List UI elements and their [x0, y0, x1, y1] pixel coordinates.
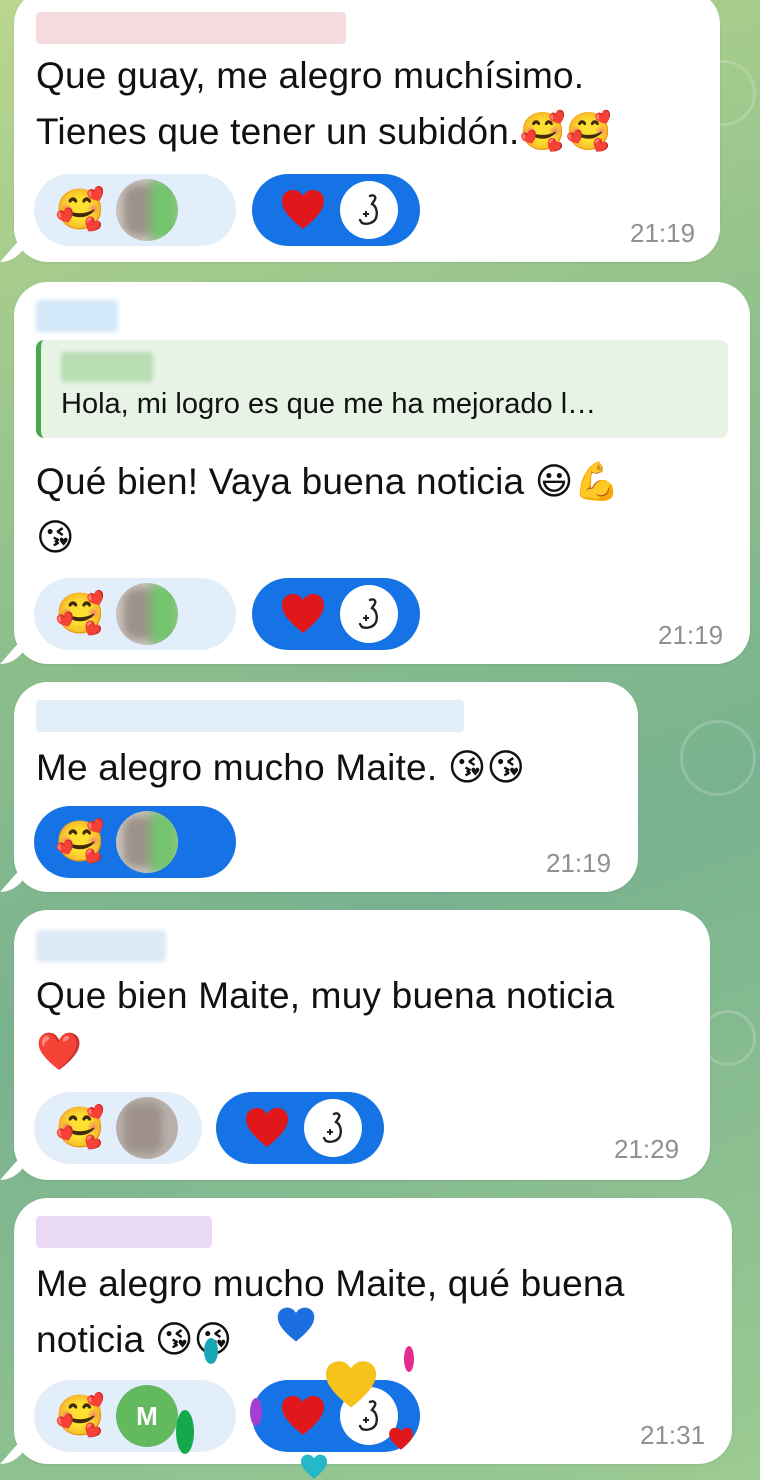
reaction-love-face[interactable]: 🥰 M: [34, 1380, 236, 1452]
flexed-arm-icon: [340, 585, 398, 643]
reaction-heart[interactable]: [216, 1092, 384, 1164]
floating-confetti: [176, 1410, 194, 1454]
smiling-face-with-hearts-icon: 🥰: [55, 592, 105, 636]
avatar-m: M: [116, 1385, 178, 1447]
message-line: Me alegro mucho Maite, qué buena: [36, 1263, 625, 1304]
message-text: Que bien Maite, muy buena noticia ❤️: [36, 968, 690, 1080]
sender-name-blurred: [36, 12, 346, 44]
flexed-arm-icon: [340, 181, 398, 239]
message-line: Que bien Maite, muy buena noticia: [36, 975, 615, 1016]
flexed-arm-icon: [304, 1099, 362, 1157]
reply-preview[interactable]: Hola, mi logro es que me ha mejorado l…: [36, 340, 728, 438]
avatar: [116, 179, 178, 241]
reply-sender-blurred: [61, 352, 153, 382]
reaction-heart[interactable]: [252, 174, 420, 246]
message-timestamp: 21:19: [546, 848, 612, 878]
floating-heart-icon: [301, 1454, 327, 1479]
heart-icon: [282, 1396, 324, 1435]
floating-heart-icon: [277, 1307, 315, 1342]
message-bubble[interactable]: Me alegro mucho Maite, qué buena noticia…: [14, 1198, 732, 1464]
message-text: Qué bien! Vaya buena noticia 😃💪 😘: [36, 454, 730, 566]
floating-confetti: [204, 1338, 218, 1364]
message-text: Me alegro mucho Maite. 😘😘: [36, 740, 618, 796]
reaction-heart[interactable]: [252, 578, 420, 650]
sender-name-blurred: [36, 930, 166, 962]
sender-name-blurred: [36, 700, 464, 732]
smiling-face-with-hearts-icon: 🥰: [55, 1394, 105, 1438]
message-line: 😘: [36, 517, 75, 558]
smiling-face-with-hearts-icon: 🥰: [55, 188, 105, 232]
message-line: Me alegro mucho Maite. 😘😘: [36, 747, 526, 788]
message-text: Que guay, me alegro muchísimo. Tienes qu…: [36, 48, 700, 160]
heart-icon: [282, 190, 324, 229]
message-timestamp: 21:31: [640, 1420, 706, 1450]
message-bubble[interactable]: Que guay, me alegro muchísimo. Tienes qu…: [14, 0, 720, 262]
sender-name-blurred: [36, 1216, 212, 1248]
heart-icon: [246, 1108, 288, 1147]
avatar: [116, 583, 178, 645]
message-timestamp: 21:19: [658, 620, 724, 650]
background-doodle: [680, 720, 756, 796]
floating-confetti: [404, 1346, 414, 1372]
avatar: [116, 1097, 178, 1159]
reaction-love-face[interactable]: 🥰: [34, 578, 236, 650]
message-timestamp: 21:19: [630, 218, 696, 248]
message-text: Me alegro mucho Maite, qué buena noticia…: [36, 1256, 712, 1368]
avatar: [116, 811, 178, 873]
message-line: ❤️: [36, 1031, 83, 1072]
message-bubble[interactable]: Que bien Maite, muy buena noticia ❤️ 🥰 2…: [14, 910, 710, 1180]
floating-heart-icon: [389, 1427, 413, 1450]
heart-icon: [282, 594, 324, 633]
message-bubble[interactable]: Hola, mi logro es que me ha mejorado l… …: [14, 282, 750, 664]
reaction-love-face[interactable]: 🥰: [34, 174, 236, 246]
message-line: Qué bien! Vaya buena noticia 😃💪: [36, 461, 620, 502]
reaction-love-face[interactable]: 🥰: [34, 806, 236, 878]
smiling-face-with-hearts-icon: 🥰: [55, 820, 105, 864]
smiling-face-with-hearts-icon: 🥰: [55, 1106, 105, 1150]
reaction-love-face[interactable]: 🥰: [34, 1092, 202, 1164]
message-timestamp: 21:29: [614, 1134, 680, 1164]
sender-name-blurred: [36, 300, 118, 332]
message-line: Que guay, me alegro muchísimo.: [36, 55, 585, 96]
floating-heart-icon: [326, 1361, 376, 1408]
floating-confetti: [250, 1398, 262, 1426]
message-bubble[interactable]: Me alegro mucho Maite. 😘😘 🥰 21:19: [14, 682, 638, 892]
reply-text: Hola, mi logro es que me ha mejorado l…: [61, 388, 597, 420]
message-line: Tienes que tener un subidón.🥰🥰: [36, 111, 613, 152]
